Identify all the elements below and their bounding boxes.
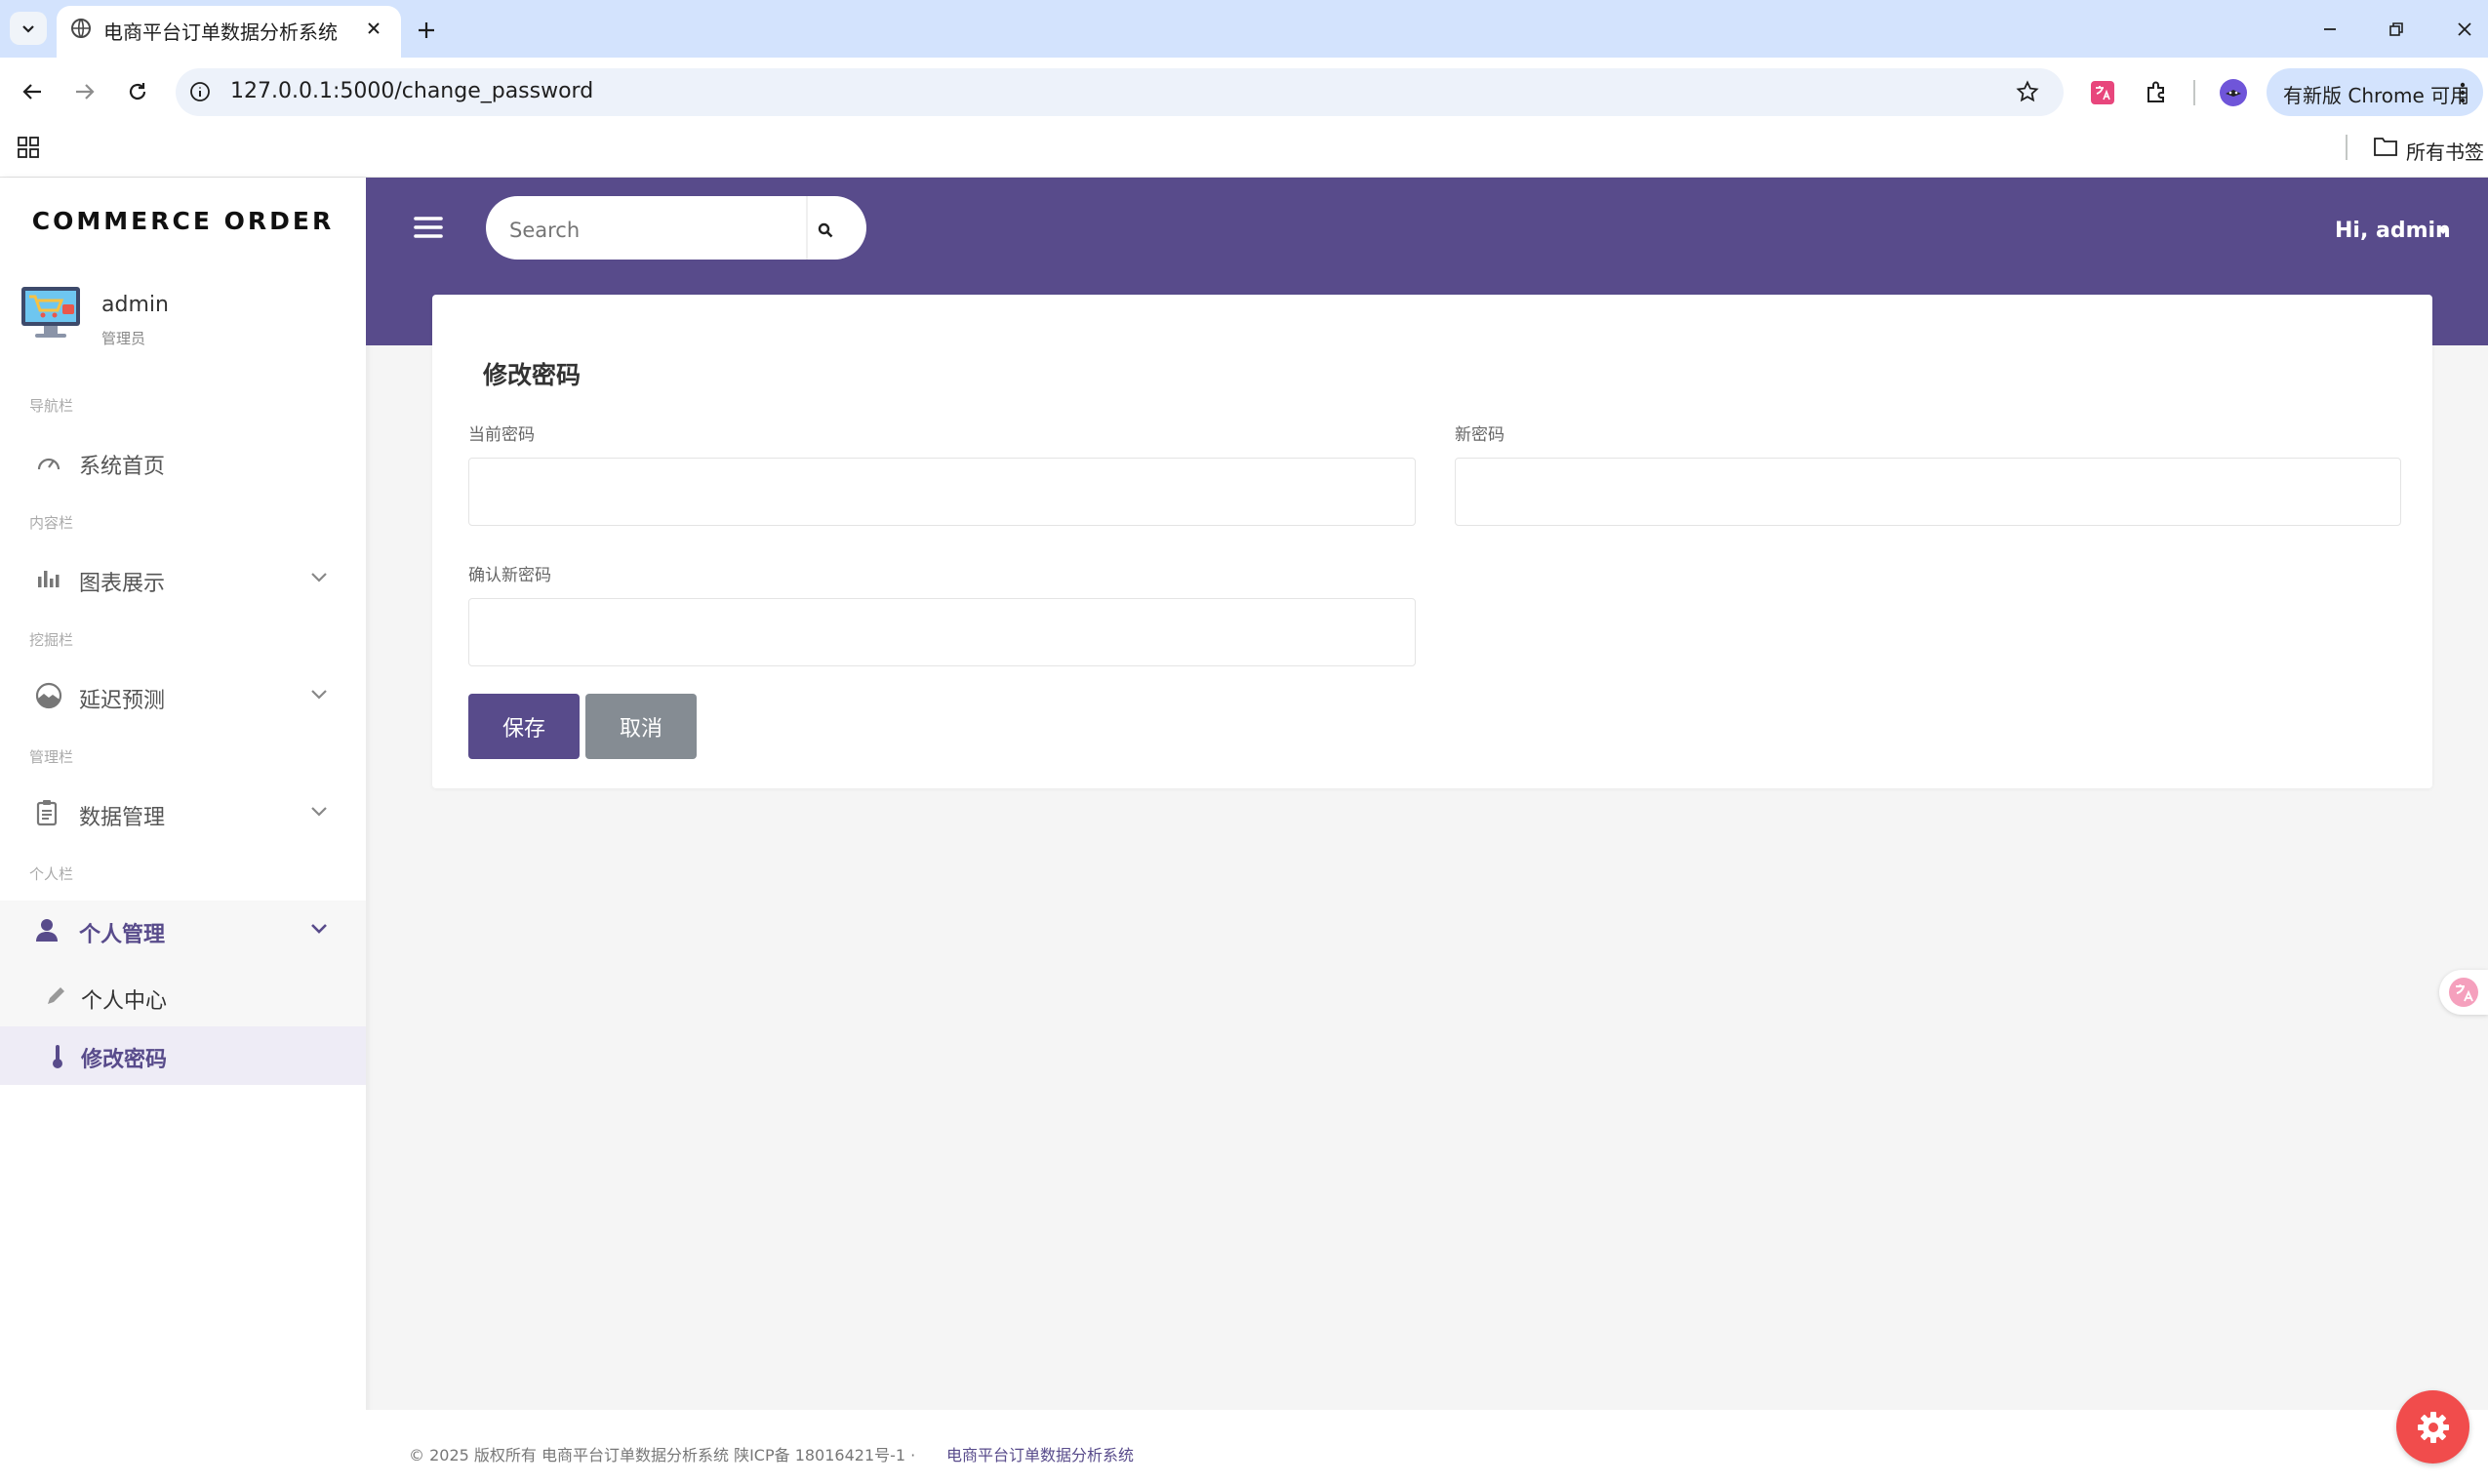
arrow-left-icon <box>22 84 41 100</box>
chevron-down-icon <box>310 572 328 583</box>
sidebar-item-label: 延迟预测 <box>79 689 166 713</box>
folder-icon[interactable] <box>2373 136 2398 157</box>
translate-icon <box>2091 81 2114 104</box>
chevron-down-icon <box>310 806 328 818</box>
restore-button[interactable] <box>2377 14 2416 45</box>
clipboard-icon <box>35 799 59 826</box>
section-nav-label: 导航栏 <box>29 397 74 415</box>
url-text[interactable]: 127.0.0.1:5000/change_password <box>230 79 593 103</box>
user-name: admin <box>101 293 169 317</box>
star-icon[interactable] <box>2016 80 2039 103</box>
new-password-input[interactable] <box>1455 458 2401 526</box>
sidebar-subitem-label: 个人中心 <box>81 989 168 1014</box>
bookmarks-bar <box>0 125 2488 178</box>
floating-translate-button[interactable] <box>2439 970 2488 1015</box>
change-password-card <box>432 295 2432 788</box>
plus-icon <box>419 22 434 38</box>
new-tab-button[interactable] <box>410 14 443 47</box>
forward-button[interactable] <box>65 72 104 111</box>
apps-grid-icon[interactable] <box>18 137 39 158</box>
profile-button[interactable] <box>2217 76 2250 109</box>
sidebar-item-personal[interactable]: 个人管理 <box>0 902 366 960</box>
user-icon <box>35 917 59 943</box>
search-input[interactable] <box>507 210 804 251</box>
bar-chart-icon <box>35 567 60 590</box>
extensions-button[interactable] <box>2140 76 2173 109</box>
search-icon <box>818 222 833 238</box>
current-password-label: 当前密码 <box>468 425 535 445</box>
sidebar-item-label: 图表展示 <box>79 572 166 596</box>
confirm-password-label: 确认新密码 <box>468 566 551 585</box>
section-manage-label: 管理栏 <box>29 748 74 766</box>
minimize-button[interactable] <box>2310 14 2349 45</box>
sidebar-item-delay[interactable]: 延迟预测 <box>0 667 366 726</box>
info-icon[interactable] <box>189 81 211 102</box>
settings-fab-button[interactable] <box>2396 1390 2469 1464</box>
back-button[interactable] <box>13 72 52 111</box>
confirm-password-input[interactable] <box>468 598 1416 666</box>
close-icon <box>2458 22 2471 36</box>
footer-link[interactable]: 电商平台订单数据分析系统 <box>946 1442 1134 1465</box>
section-content-label: 内容栏 <box>29 514 74 532</box>
chevron-down-icon <box>310 689 328 701</box>
user-greeting-dropdown[interactable]: Hi, admin <box>2335 219 2451 243</box>
sidebar-item-charts[interactable]: 图表展示 <box>0 550 366 609</box>
profile-avatar-icon <box>2220 79 2247 106</box>
more-vert-icon[interactable] <box>2460 82 2466 103</box>
caret-down-icon[interactable] <box>2436 227 2450 235</box>
section-personal-label: 个人栏 <box>29 865 74 883</box>
toolbar-divider <box>2193 80 2195 105</box>
user-avatar <box>18 283 86 347</box>
gear-icon <box>2417 1411 2449 1443</box>
cancel-button[interactable]: 取消 <box>585 694 697 759</box>
forecast-landscape-icon <box>35 682 62 709</box>
sidebar-item-home[interactable]: 系统首页 <box>0 433 366 492</box>
minimize-icon <box>2324 28 2336 30</box>
bookmarks-divider <box>2346 135 2348 160</box>
sidebar-item-data[interactable]: 数据管理 <box>0 784 366 843</box>
dashboard-gauge-icon <box>35 450 62 473</box>
chrome-update-label: 有新版 Chrome 可用 <box>2283 84 2470 107</box>
reload-icon <box>129 83 146 100</box>
thermometer-key-icon <box>51 1044 64 1069</box>
sidebar-item-label: 个人管理 <box>79 923 166 947</box>
close-window-button[interactable] <box>2445 14 2484 45</box>
arrow-right-icon <box>76 84 95 100</box>
sidebar-subitem-center[interactable]: 个人中心 <box>0 968 366 1026</box>
pencil-icon <box>45 985 66 1007</box>
sidebar-subitem-password[interactable]: 修改密码 <box>0 1026 366 1085</box>
menu-toggle-icon[interactable] <box>414 215 443 240</box>
puzzle-icon <box>2147 81 2164 102</box>
section-mining-label: 挖掘栏 <box>29 631 74 649</box>
chevron-down-icon <box>310 923 328 935</box>
save-button[interactable]: 保存 <box>468 694 580 759</box>
tab-search-button[interactable] <box>10 12 47 45</box>
tab-title: 电商平台订单数据分析系统 <box>103 20 338 44</box>
search-button[interactable] <box>808 213 843 248</box>
chevron-down-icon <box>22 25 34 33</box>
sidebar-subitem-label: 修改密码 <box>81 1048 168 1072</box>
brand-logo-text[interactable]: COMMERCE ORDER <box>0 207 366 235</box>
translate-icon <box>2449 978 2478 1007</box>
new-password-label: 新密码 <box>1455 425 1505 445</box>
globe-icon <box>70 18 92 39</box>
tab-close-button[interactable] <box>361 16 386 41</box>
close-icon <box>368 22 380 34</box>
footer-copyright: © 2025 版权所有 电商平台订单数据分析系统 陕ICP备 18016421号… <box>409 1446 916 1464</box>
reload-button[interactable] <box>118 72 157 111</box>
restore-icon <box>2389 22 2403 36</box>
translate-extension-button[interactable] <box>2086 76 2119 109</box>
current-password-input[interactable] <box>468 458 1416 526</box>
sidebar-item-label: 数据管理 <box>79 806 166 830</box>
all-bookmarks-label[interactable]: 所有书签 <box>2406 137 2484 165</box>
user-role: 管理员 <box>101 330 146 347</box>
sidebar-item-label: 系统首页 <box>79 455 166 479</box>
page-title: 修改密码 <box>483 361 582 389</box>
